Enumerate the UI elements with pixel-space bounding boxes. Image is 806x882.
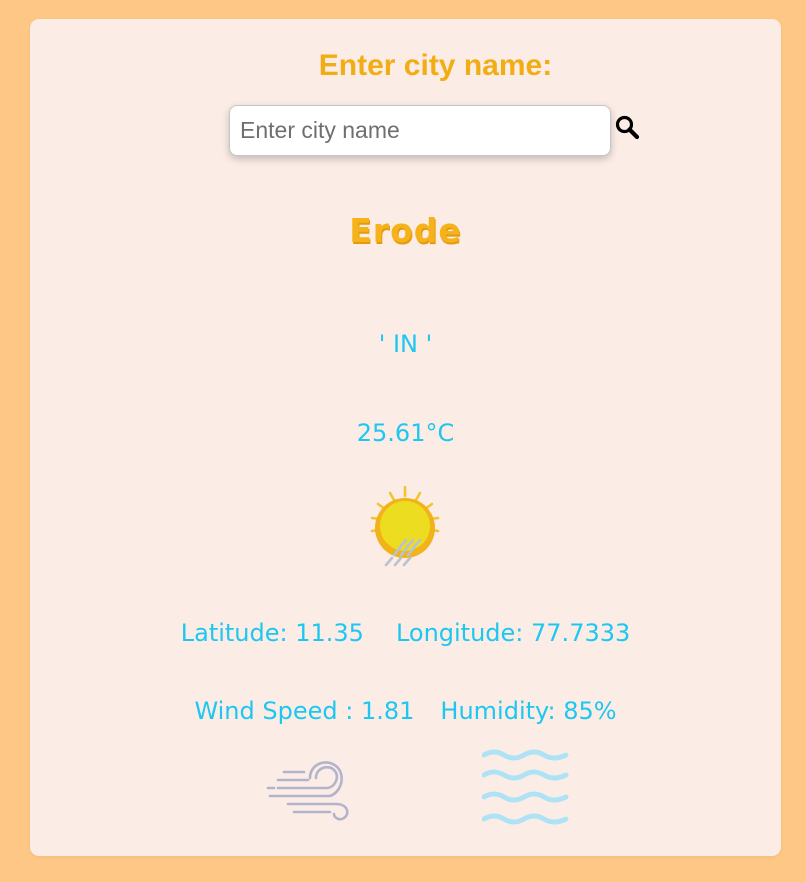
longitude-value: Longitude: 77.7333: [395, 619, 631, 647]
search-bar: [229, 105, 649, 157]
latitude-value: Latitude: 11.35: [180, 619, 364, 647]
wind-icon: [264, 752, 356, 822]
city-name: Erode: [349, 211, 462, 250]
country-code: ' IN ': [378, 330, 433, 358]
wind-speed-value: Wind Speed : 1.81: [194, 697, 415, 725]
search-icon[interactable]: [614, 114, 642, 142]
temperature: 25.61°C: [356, 419, 455, 447]
weather-card: Enter city name: Erode ' IN ' 25.61°C: [30, 19, 781, 856]
sun-rain-icon: [360, 485, 450, 569]
search-heading: Enter city name:: [318, 49, 553, 82]
humidity-value: Humidity: 85%: [440, 697, 617, 725]
city-search-input[interactable]: [229, 105, 611, 156]
metrics-row: Wind Speed : 1.81 Humidity: 85%: [30, 697, 781, 725]
coordinates-row: Latitude: 11.35 Longitude: 77.7333: [30, 619, 781, 647]
humidity-waves-icon: [481, 749, 570, 827]
